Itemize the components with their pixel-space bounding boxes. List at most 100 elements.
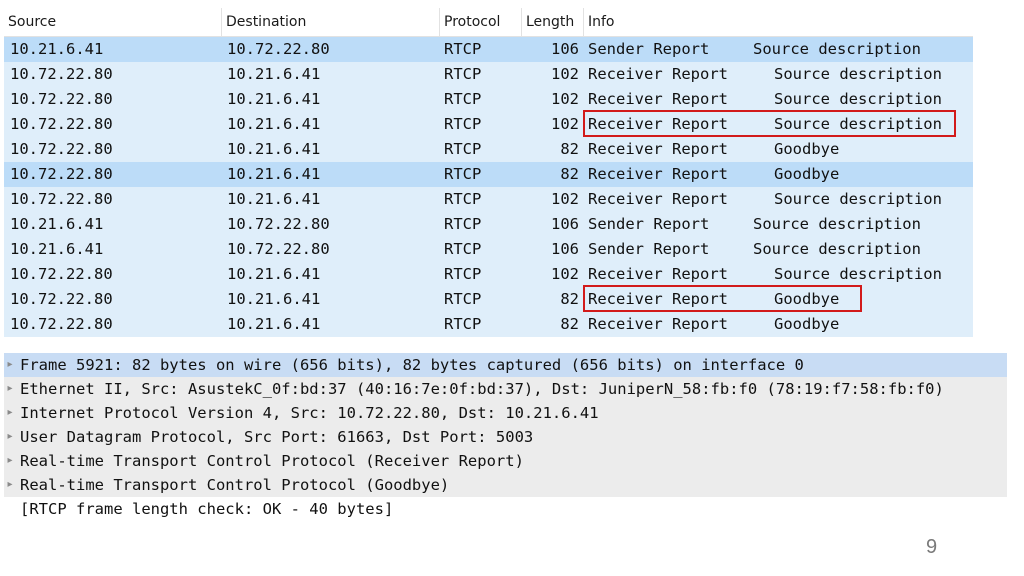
destination-cell: 10.21.6.41 [227,90,321,108]
destination-cell: 10.72.22.80 [227,40,330,58]
info-type-cell: Receiver Report [588,165,728,183]
destination-cell: 10.21.6.41 [227,265,321,283]
info-detail-cell: Goodbye [774,165,840,183]
info-type-cell: Receiver Report [588,265,728,283]
source-cell: 10.72.22.80 [10,265,113,283]
protocol-cell: RTCP [444,240,482,258]
packet-row[interactable]: 10.72.22.80 10.21.6.41 RTCP 82 Receiver Repo… [4,137,973,162]
expand-arrow-icon[interactable]: ▸ [4,377,16,401]
length-cell: 82 [560,140,579,158]
packet-row[interactable]: 10.72.22.80 10.21.6.41 RTCP 102 Receiver Rep… [4,87,973,112]
expand-arrow-icon[interactable]: ▸ [4,425,16,449]
info-type-cell: Receiver Report [588,90,728,108]
protocol-cell: RTCP [444,290,482,308]
length-cell: 102 [551,190,579,208]
packet-list: Source Destination Protocol Length Info … [4,8,973,338]
destination-cell: 10.21.6.41 [227,165,321,183]
destination-cell: 10.21.6.41 [227,140,321,158]
protocol-cell: RTCP [444,90,482,108]
info-detail-cell: Source description [753,40,921,58]
info-detail-cell: Source description [774,115,942,133]
destination-cell: 10.21.6.41 [227,315,321,333]
column-header-protocol[interactable]: Protocol [440,8,522,36]
info-type-cell: Receiver Report [588,315,728,333]
destination-cell: 10.21.6.41 [227,65,321,83]
protocol-cell: RTCP [444,165,482,183]
detail-tree-item-label: Ethernet II, Src: AsustekC_0f:bd:37 (40:… [20,380,944,398]
packet-row[interactable]: 10.72.22.80 10.21.6.41 RTCP 82 Receiver Repo… [4,162,973,187]
detail-tree-item[interactable]: ▸ Ethernet II, Src: AsustekC_0f:bd:37 (40… [4,377,1007,401]
protocol-cell: RTCP [444,140,482,158]
info-detail-cell: Source description [753,240,921,258]
length-cell: 102 [551,65,579,83]
info-detail-cell: Source description [774,90,942,108]
source-cell: 10.72.22.80 [10,190,113,208]
info-detail-cell: Source description [774,265,942,283]
detail-tree-item[interactable]: [RTCP frame length check: OK - 40 bytes] [4,497,1007,521]
column-header-destination[interactable]: Destination [222,8,440,36]
packet-row[interactable]: 10.72.22.80 10.21.6.41 RTCP 102 Receiver Rep… [4,262,973,287]
packet-row[interactable]: 10.72.22.80 10.21.6.41 RTCP 102 Receiver Rep… [4,62,973,87]
packet-row[interactable]: 10.72.22.80 10.21.6.41 RTCP 102 Receiver Rep… [4,110,973,137]
expand-arrow-icon[interactable]: ▸ [4,449,16,473]
info-detail-cell: Goodbye [774,290,840,308]
length-cell: 82 [560,290,579,308]
packet-row[interactable]: 10.72.22.80 10.21.6.41 RTCP 82 Receiver Repo… [4,285,973,312]
expand-arrow-icon[interactable]: ▸ [4,473,16,497]
info-type-cell: Sender Report [588,240,710,258]
source-cell: 10.21.6.41 [10,215,104,233]
info-detail-cell: Goodbye [774,315,840,333]
detail-tree-item[interactable]: ▸ User Datagram Protocol, Src Port: 61663… [4,425,1007,449]
protocol-cell: RTCP [444,265,482,283]
length-cell: 106 [551,240,579,258]
detail-tree-item-label: [RTCP frame length check: OK - 40 bytes] [20,500,394,518]
packet-row[interactable]: 10.72.22.80 10.21.6.41 RTCP 82 Receiver Repo… [4,312,973,337]
protocol-cell: RTCP [444,215,482,233]
source-cell: 10.72.22.80 [10,65,113,83]
info-type-cell: Receiver Report [588,115,728,133]
protocol-cell: RTCP [444,115,482,133]
column-header-source[interactable]: Source [4,8,222,36]
detail-tree-item-label: Internet Protocol Version 4, Src: 10.72.… [20,404,599,422]
length-cell: 102 [551,115,579,133]
packet-details-tree: ▸ Frame 5921: 82 bytes on wire (656 bits)… [4,353,1007,523]
expand-arrow-icon[interactable]: ▸ [4,353,16,377]
detail-tree-item-label: Real-time Transport Control Protocol (Re… [20,452,524,470]
info-detail-cell: Source description [774,65,942,83]
length-cell: 82 [560,315,579,333]
packet-list-header: Source Destination Protocol Length Info [4,8,973,37]
source-cell: 10.21.6.41 [10,240,104,258]
detail-tree-item-label: Frame 5921: 82 bytes on wire (656 bits),… [20,356,804,374]
detail-tree-item[interactable]: ▸ Frame 5921: 82 bytes on wire (656 bits)… [4,353,1007,377]
info-detail-cell: Goodbye [774,140,840,158]
length-cell: 102 [551,90,579,108]
source-cell: 10.72.22.80 [10,140,113,158]
packet-row[interactable]: 10.72.22.80 10.21.6.41 RTCP 102 Receiver Rep… [4,187,973,212]
detail-tree-item[interactable]: ▸ Internet Protocol Version 4, Src: 10.72… [4,401,1007,425]
expand-arrow-icon[interactable]: ▸ [4,401,16,425]
protocol-cell: RTCP [444,315,482,333]
packet-row[interactable]: 10.21.6.41 10.72.22.80 RTCP 106 Sender Repor… [4,212,973,237]
packet-row[interactable]: 10.21.6.41 10.72.22.80 RTCP 106 Sender Repor… [4,237,973,262]
destination-cell: 10.21.6.41 [227,290,321,308]
protocol-cell: RTCP [444,65,482,83]
detail-tree-item[interactable]: ▸ Real-time Transport Control Protocol (G… [4,473,1007,497]
length-cell: 106 [551,215,579,233]
source-cell: 10.72.22.80 [10,290,113,308]
column-header-length[interactable]: Length [522,8,584,36]
source-cell: 10.21.6.41 [10,40,104,58]
destination-cell: 10.21.6.41 [227,115,321,133]
packet-row[interactable]: 10.21.6.41 10.72.22.80 RTCP 106 Sender Repor… [4,37,973,62]
source-cell: 10.72.22.80 [10,115,113,133]
info-type-cell: Sender Report [588,215,710,233]
source-cell: 10.72.22.80 [10,165,113,183]
info-detail-cell: Source description [753,215,921,233]
detail-tree-item[interactable]: ▸ Real-time Transport Control Protocol (R… [4,449,1007,473]
column-header-info[interactable]: Info [584,8,973,36]
info-type-cell: Sender Report [588,40,710,58]
destination-cell: 10.21.6.41 [227,190,321,208]
info-type-cell: Receiver Report [588,290,728,308]
info-type-cell: Receiver Report [588,140,728,158]
source-cell: 10.72.22.80 [10,90,113,108]
length-cell: 106 [551,40,579,58]
